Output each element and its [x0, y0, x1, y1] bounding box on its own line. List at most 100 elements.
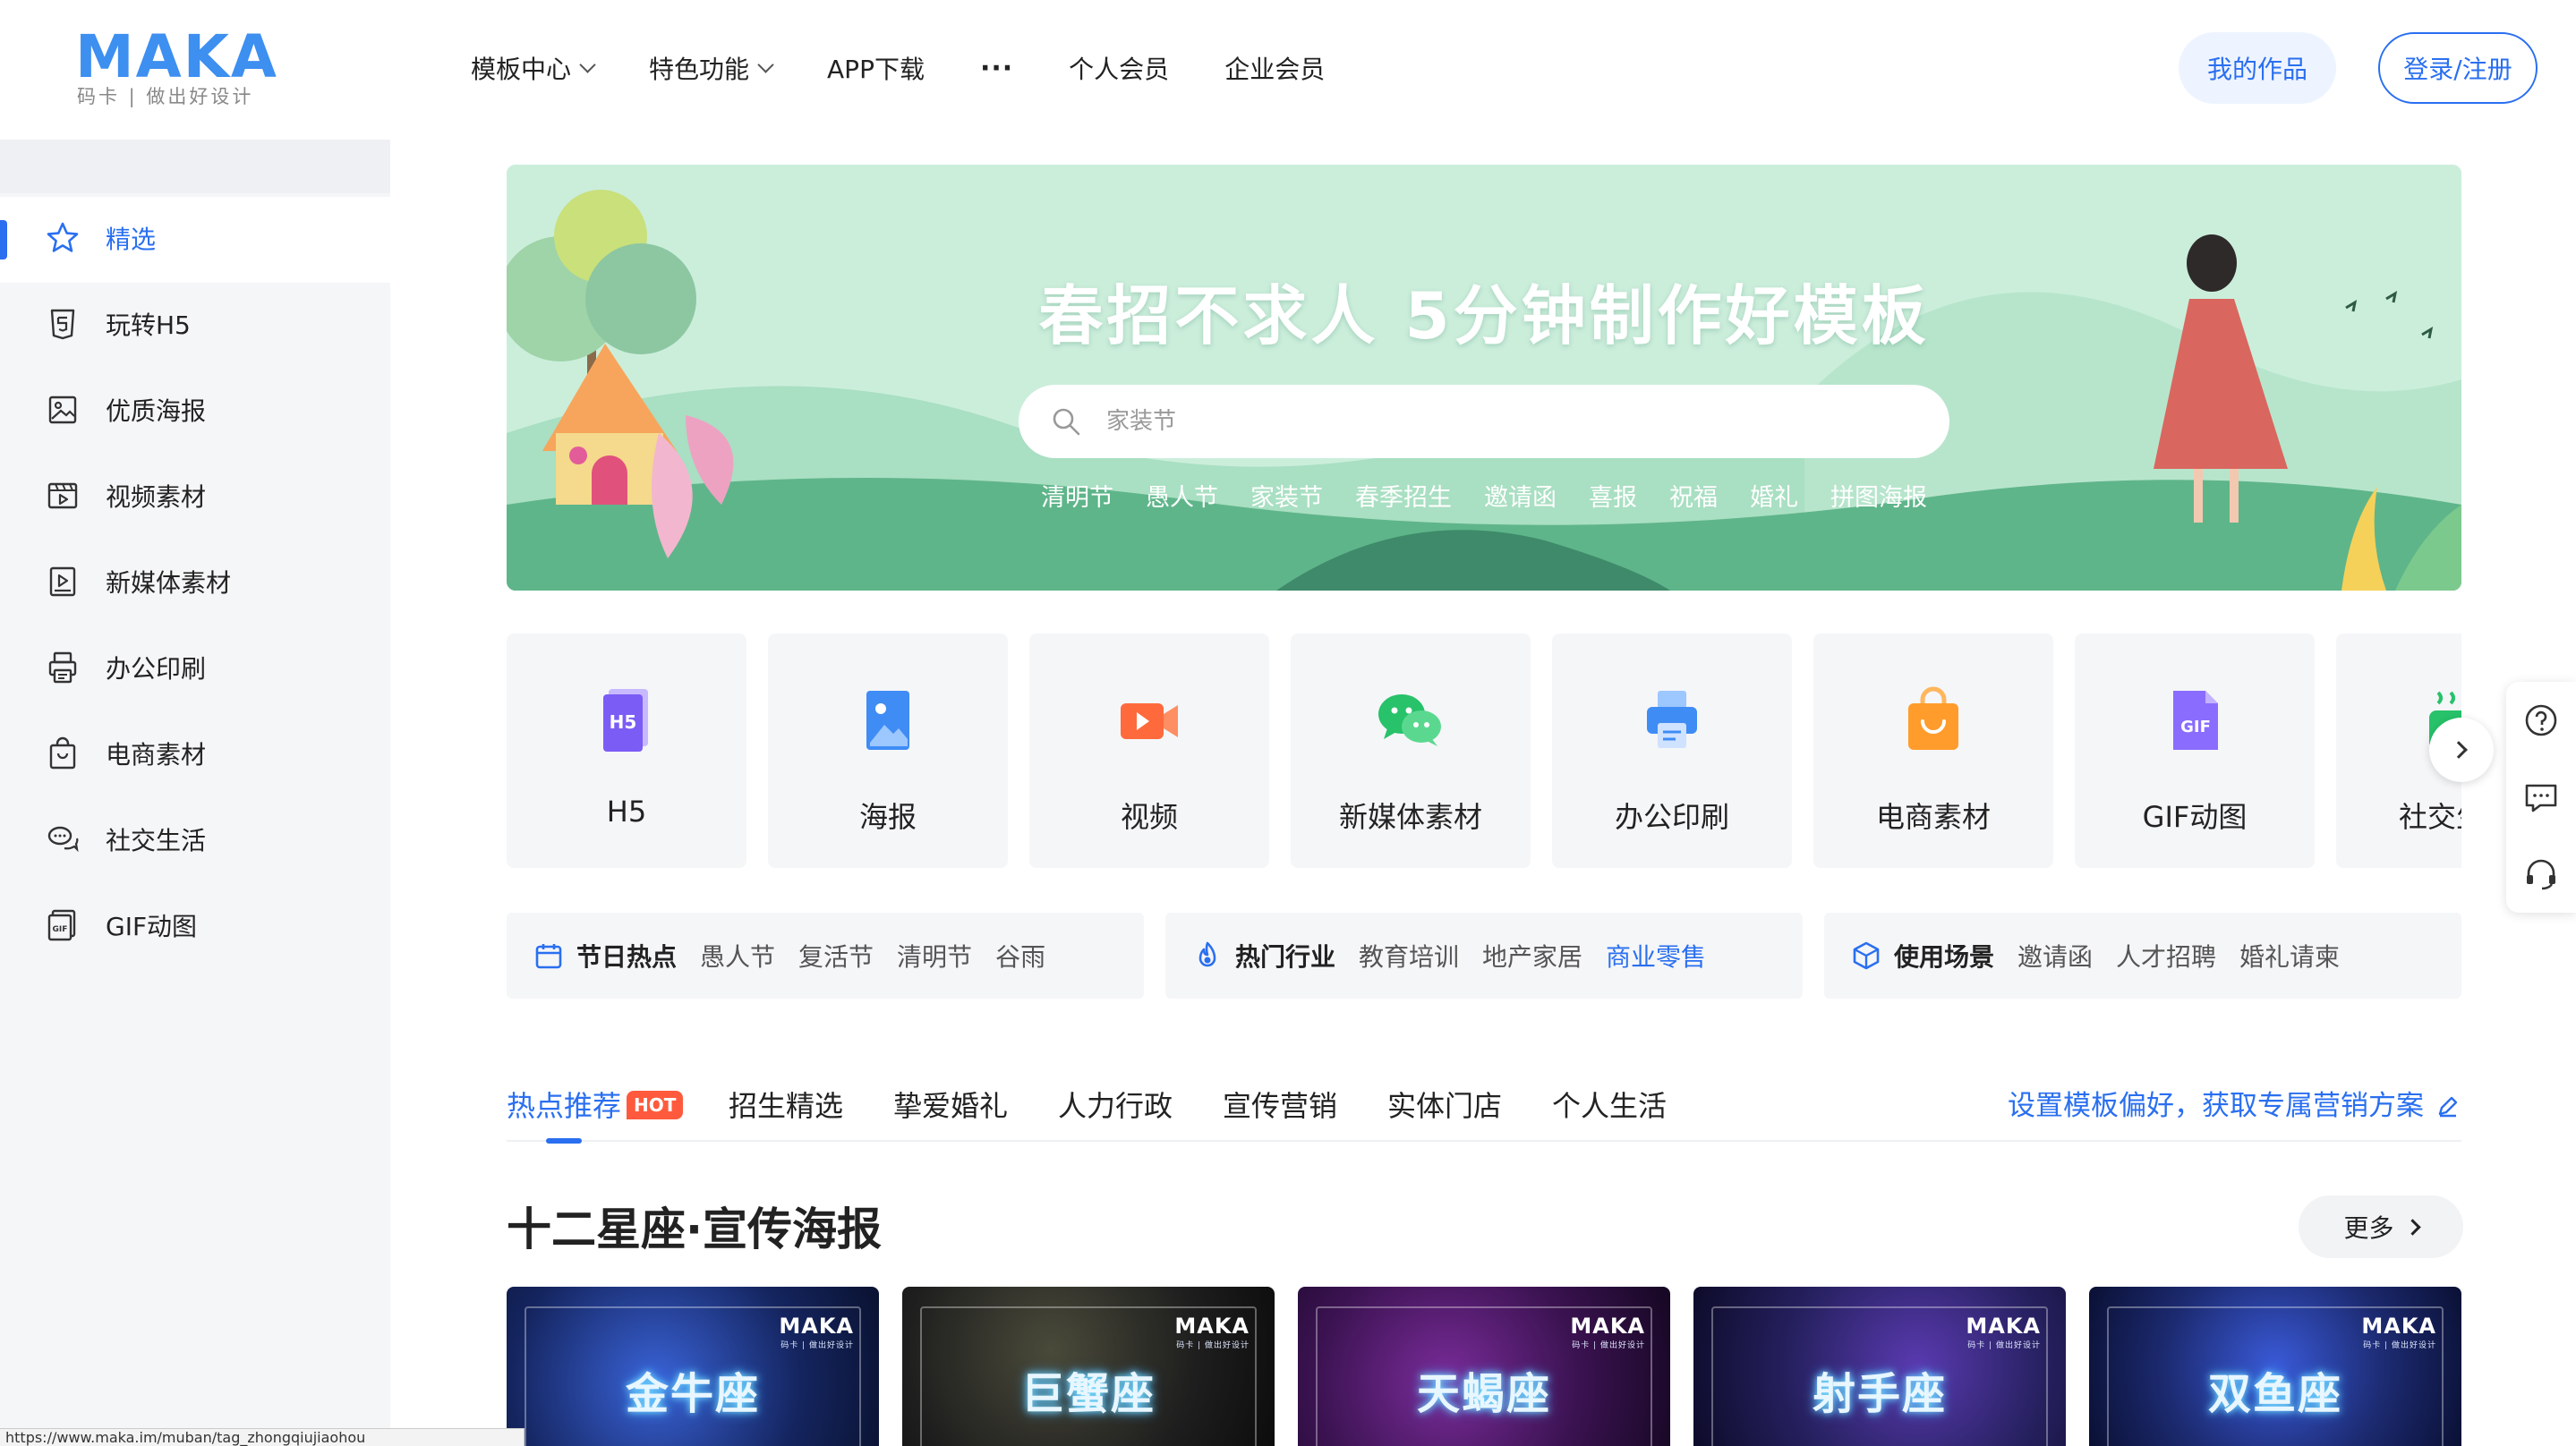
category-ecommerce[interactable]: 电商素材 — [1813, 634, 2053, 868]
panel-tag[interactable]: 复活节 — [798, 938, 874, 974]
tab-marketing[interactable]: 宣传营销 — [1223, 1083, 1337, 1129]
template-card[interactable]: MAKA 码卡 | 做出好设计 射手座 — [1693, 1287, 2066, 1446]
preference-link-label: 设置模板偏好，获取专属营销方案 — [2008, 1090, 2424, 1122]
status-bar-url: https://www.maka.im/muban/tag_zhongqiuji… — [0, 1428, 525, 1446]
sidebar-item-label: 电商素材 — [106, 740, 207, 770]
template-card[interactable]: MAKA 码卡 | 做出好设计 巨蟹座 — [902, 1287, 1275, 1446]
search-input[interactable] — [1105, 385, 1910, 458]
category-new-media[interactable]: 新媒体素材 — [1291, 634, 1531, 868]
panel-tag[interactable]: 谷雨 — [995, 938, 1045, 974]
panel-tag[interactable]: 婚礼请柬 — [2239, 938, 2340, 974]
card-brand-tagline: 码卡 | 做出好设计 — [1572, 1341, 1645, 1350]
sidebar-item-label: 新媒体素材 — [106, 568, 232, 598]
template-card[interactable]: MAKA 码卡 | 做出好设计 双鱼座 — [2089, 1287, 2461, 1446]
panel-tag-highlighted[interactable]: 商业零售 — [1606, 938, 1706, 974]
logo-wordmark: MAKA — [75, 22, 278, 91]
nav-label: 企业会员 — [1224, 55, 1326, 84]
more-icon[interactable]: ··· — [980, 53, 1013, 84]
sidebar-item-h5[interactable]: 玩转H5 — [0, 283, 390, 369]
tab-enrollment[interactable]: 招生精选 — [729, 1083, 843, 1129]
sidebar-item-poster[interactable]: 优质海报 — [0, 369, 390, 455]
card-title: 射手座 — [1812, 1369, 1947, 1419]
card-title: 双鱼座 — [2207, 1369, 2342, 1419]
hot-badge: HOT — [627, 1091, 684, 1119]
sidebar-item-social[interactable]: 社交生活 — [0, 798, 390, 884]
nav-label: 特色功能 — [649, 55, 750, 84]
flame-icon — [1198, 941, 1216, 967]
hot-word-link[interactable]: 家装节 — [1250, 478, 1323, 513]
tab-wedding[interactable]: 挚爱婚礼 — [893, 1083, 1008, 1129]
image-icon — [48, 396, 77, 424]
sidebar-item-new-media[interactable]: 新媒体素材 — [0, 540, 390, 626]
main-nav: 模板中心 特色功能 APP下载 ··· 个人会员 企业会员 — [471, 45, 1380, 91]
shopping-bag-icon — [49, 736, 76, 770]
panel-tag[interactable]: 邀请函 — [2017, 938, 2093, 974]
svg-text:H5: H5 — [610, 711, 637, 733]
panel-tag[interactable]: 地产家居 — [1482, 938, 1582, 974]
panel-tag[interactable]: 人才招聘 — [2116, 938, 2216, 974]
card-brand-logo: MAKA — [1174, 1314, 1250, 1339]
hot-word-link[interactable]: 婚礼 — [1750, 478, 1798, 513]
hero-banner: 春招不求人 5分钟制作好模板 清明节 愚人节 家装节 春季招生 邀请函 喜报 祝… — [507, 165, 2461, 591]
category-poster[interactable]: 海报 — [768, 634, 1008, 868]
cube-icon — [1853, 941, 1880, 970]
category-next-button[interactable] — [2429, 718, 2494, 782]
login-register-button[interactable]: 登录/注册 — [2378, 32, 2538, 104]
panel-tag[interactable]: 愚人节 — [700, 938, 775, 974]
sidebar-item-office-print[interactable]: 办公印刷 — [0, 626, 390, 712]
template-preference-link[interactable]: 设置模板偏好，获取专属营销方案 — [2008, 1083, 2461, 1129]
h5-category-icon: H5 — [603, 689, 648, 752]
nav-label: ··· — [979, 52, 1014, 84]
hot-word-link[interactable]: 拼图海报 — [1830, 478, 1927, 513]
category-gif[interactable]: GIF GIF动图 — [2075, 634, 2315, 868]
my-works-button[interactable]: 我的作品 — [2179, 32, 2336, 104]
card-brand-tagline: 码卡 | 做出好设计 — [2363, 1341, 2436, 1350]
sidebar-item-video[interactable]: 视频素材 — [0, 455, 390, 540]
tab-physical-store[interactable]: 实体门店 — [1387, 1083, 1502, 1129]
gif-category-icon: GIF — [2173, 691, 2218, 750]
help-icon[interactable] — [2522, 702, 2560, 739]
panel-title: 使用场景 — [1894, 942, 1995, 972]
panel-tag[interactable]: 教育培训 — [1359, 938, 1459, 974]
video-icon — [47, 482, 78, 509]
printer-category-icon — [1647, 691, 1697, 748]
tab-label: 热点推荐 — [507, 1089, 622, 1123]
nav-enterprise-vip[interactable]: 企业会员 — [1224, 50, 1325, 86]
panel-tag[interactable]: 清明节 — [897, 938, 972, 974]
floating-toolbar — [2506, 682, 2576, 913]
maka-logo[interactable]: MAKA 码卡 | 做出好设计 — [75, 22, 281, 108]
sidebar-item-label: 办公印刷 — [106, 654, 207, 684]
category-label: GIF动图 — [2142, 800, 2248, 834]
customer-service-icon[interactable] — [2522, 855, 2560, 893]
card-brand-tagline: 码卡 | 做出好设计 — [1176, 1341, 1250, 1350]
panel-use-scene: 使用场景 邀请函 人才招聘 婚礼请柬 — [1824, 913, 2461, 999]
hot-word-link[interactable]: 愚人节 — [1146, 478, 1218, 513]
template-card[interactable]: MAKA 码卡 | 做出好设计 天蝎座 — [1298, 1287, 1670, 1446]
tab-hot-recommend[interactable]: 热点推荐 HOT — [507, 1083, 684, 1129]
template-card[interactable]: MAKA 码卡 | 做出好设计 金牛座 — [507, 1287, 879, 1446]
feedback-icon[interactable] — [2522, 778, 2560, 816]
card-brand-tagline: 码卡 | 做出好设计 — [780, 1341, 854, 1350]
nav-personal-vip[interactable]: 个人会员 — [1069, 50, 1169, 86]
more-button[interactable]: 更多 — [2299, 1195, 2463, 1258]
poster-category-icon — [866, 691, 909, 750]
hot-word-link[interactable]: 喜报 — [1589, 478, 1637, 513]
sidebar: 精选 玩转H5 优质海报 视频素材 新媒体素材 办公印刷 电商素材 社交生活 G… — [0, 140, 390, 1446]
category-video[interactable]: 视频 — [1029, 634, 1269, 868]
template-search-box[interactable] — [1019, 385, 1949, 458]
tab-hr-admin[interactable]: 人力行政 — [1058, 1083, 1173, 1129]
hot-word-link[interactable]: 邀请函 — [1484, 478, 1557, 513]
category-h5[interactable]: H5 H5 — [507, 634, 746, 868]
sidebar-item-ecommerce[interactable]: 电商素材 — [0, 712, 390, 798]
sidebar-item-featured[interactable]: 精选 — [0, 197, 390, 283]
hot-word-link[interactable]: 春季招生 — [1355, 478, 1452, 513]
category-office-print[interactable]: 办公印刷 — [1552, 634, 1792, 868]
nav-app-download[interactable]: APP下载 — [827, 50, 925, 86]
hot-word-link[interactable]: 祝福 — [1669, 478, 1718, 513]
sidebar-item-gif[interactable]: GIF GIF动图 — [0, 884, 390, 970]
banner-title: 春招不求人 5分钟制作好模板 — [1038, 278, 1930, 353]
nav-features[interactable]: 特色功能 — [649, 50, 774, 86]
tab-personal-life[interactable]: 个人生活 — [1552, 1083, 1667, 1129]
hot-word-link[interactable]: 清明节 — [1041, 478, 1113, 513]
nav-template-center[interactable]: 模板中心 — [471, 50, 596, 86]
